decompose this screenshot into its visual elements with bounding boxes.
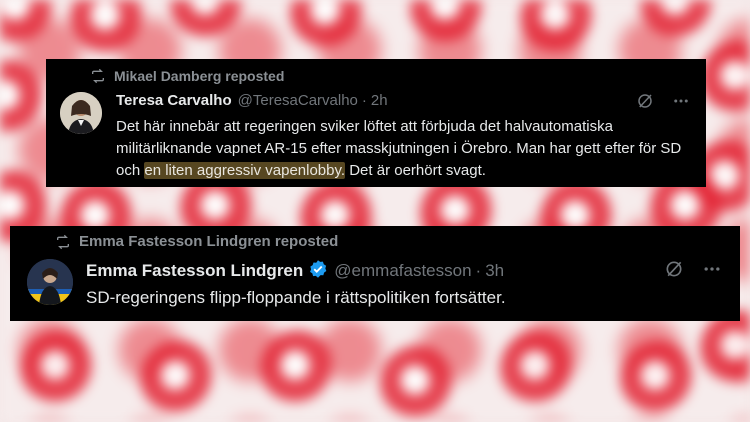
more-icon[interactable]	[702, 259, 722, 284]
repost-indicator[interactable]: Emma Fastesson Lindgren reposted	[55, 233, 338, 250]
tweet-text-part: Det är oerhört svagt.	[345, 162, 486, 179]
highlighted-phrase: en liten aggressiv vapenlobby.	[144, 162, 346, 179]
repost-icon	[57, 234, 69, 249]
avatar[interactable]	[27, 259, 73, 305]
separator: ·	[475, 261, 482, 280]
more-icon[interactable]	[672, 92, 690, 115]
repost-icon	[92, 68, 104, 84]
separator: ·	[361, 92, 367, 109]
repost-label: Mikael Damberg reposted	[114, 68, 285, 84]
timestamp[interactable]: 2h	[371, 92, 388, 109]
avatar[interactable]	[60, 92, 102, 134]
timestamp[interactable]: 3h	[485, 261, 504, 281]
grok-icon[interactable]	[664, 259, 684, 284]
author-name[interactable]: Teresa Carvalho	[116, 92, 232, 109]
tweet-card-2[interactable]: Emma Fastesson Lindgren reposted Emma Fa…	[10, 226, 740, 321]
repost-indicator[interactable]: Mikael Damberg reposted	[90, 68, 284, 84]
author-name[interactable]: Emma Fastesson Lindgren	[86, 261, 303, 281]
repost-label: Emma Fastesson Lindgren reposted	[79, 233, 339, 250]
author-handle[interactable]: @emmafastesson	[334, 261, 471, 281]
tweet-text: SD-regeringens flipp-floppande i rättspo…	[86, 288, 506, 307]
verified-badge-icon	[303, 259, 328, 281]
tweet-text: Det här innebär att regeringen sviker lö…	[116, 116, 696, 182]
tweet-card-1[interactable]: Mikael Damberg reposted Teresa Carvalho …	[46, 59, 706, 187]
grok-icon[interactable]	[636, 92, 654, 115]
author-handle[interactable]: @TeresaCarvalho	[238, 92, 358, 109]
